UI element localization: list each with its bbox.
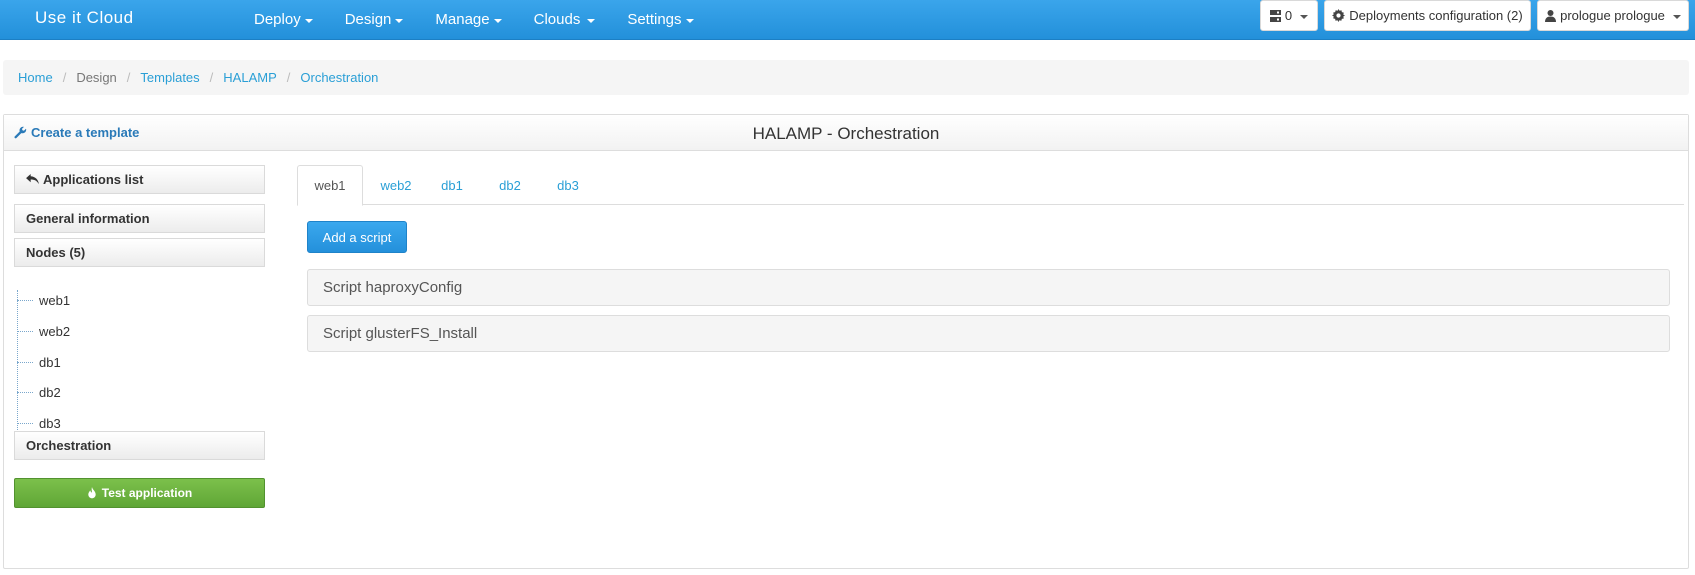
- applications-list-button[interactable]: Applications list: [14, 165, 265, 194]
- deployments-config-button[interactable]: Deployments configuration (2): [1324, 0, 1531, 31]
- menu-label: Settings: [627, 11, 682, 28]
- caret-down-icon: [395, 19, 404, 23]
- node-label: db3: [39, 415, 61, 431]
- menu-label: Manage: [435, 11, 490, 28]
- node-label: db2: [39, 384, 61, 400]
- tab-label: db2: [499, 177, 521, 193]
- fire-icon: [88, 487, 96, 499]
- wrench-icon: [14, 126, 27, 139]
- menu-design[interactable]: Design: [345, 0, 404, 40]
- gear-icon: [1332, 9, 1346, 22]
- tab-label: db1: [441, 177, 463, 193]
- caret-down-icon: [304, 19, 313, 23]
- tab-label: web1: [314, 178, 346, 193]
- breadcrumb: Home / Design / Templates / HALAMP / Orc…: [3, 60, 1689, 95]
- panel-header: HALAMP - Orchestration Create a template: [4, 115, 1688, 151]
- main-menu: Deploy Design Manage Clouds Settings: [254, 0, 694, 40]
- server-icon: [1269, 9, 1281, 22]
- add-script-label: Add a script: [322, 229, 392, 245]
- breadcrumb-separator: /: [209, 70, 214, 85]
- menu-manage[interactable]: Manage: [435, 0, 502, 40]
- tree-branch: [17, 391, 33, 393]
- node-label: web2: [39, 323, 71, 339]
- tree-node-db1[interactable]: db1: [17, 352, 61, 372]
- menu-label: Deploy: [254, 11, 301, 28]
- node-tabs: web1 web2 db1 db2 db3: [297, 165, 1684, 206]
- nodes-item[interactable]: Nodes (5): [14, 238, 265, 267]
- menu-clouds[interactable]: Clouds: [534, 0, 596, 40]
- user-name: prologue prologue: [1560, 8, 1665, 23]
- menu-label: Clouds: [533, 11, 581, 28]
- script-item-glusterfs-install[interactable]: Script glusterFS_Install: [307, 315, 1670, 352]
- tree-branch: [17, 330, 33, 332]
- tree-branch: [17, 361, 33, 363]
- user-menu-button[interactable]: prologue prologue: [1537, 0, 1689, 31]
- create-template-label: Create a template: [31, 125, 140, 140]
- template-panel: HALAMP - Orchestration Create a template…: [3, 114, 1689, 569]
- tree-branch: [17, 299, 33, 301]
- orchestration-item[interactable]: Orchestration: [14, 431, 265, 460]
- menu-deploy[interactable]: Deploy: [254, 0, 313, 40]
- node-label: db1: [39, 354, 61, 370]
- breadcrumb-design: Design: [76, 70, 117, 85]
- breadcrumb-home[interactable]: Home: [18, 70, 53, 85]
- caret-down-icon: [587, 19, 596, 23]
- caret-down-icon: [685, 19, 694, 23]
- breadcrumb-orchestration[interactable]: Orchestration: [300, 70, 378, 85]
- tab-web2[interactable]: web2: [367, 165, 425, 205]
- deployments-config-label: Deployments configuration (2): [1349, 8, 1523, 23]
- menu-settings[interactable]: Settings: [627, 0, 694, 40]
- breadcrumb-templates[interactable]: Templates: [140, 70, 199, 85]
- tab-label: web2: [380, 177, 412, 193]
- breadcrumb-halamp[interactable]: HALAMP: [223, 70, 276, 85]
- menu-label: Design: [344, 11, 392, 28]
- add-script-button[interactable]: Add a script: [307, 221, 407, 253]
- brand-logo[interactable]: Use it Cloud: [35, 8, 134, 28]
- orchestration-label: Orchestration: [26, 438, 112, 453]
- applications-list-label: Applications list: [43, 172, 144, 187]
- tree-node-web1[interactable]: web1: [17, 290, 70, 310]
- servers-dropdown-button[interactable]: 0: [1260, 0, 1318, 31]
- tab-db2[interactable]: db2: [485, 165, 535, 205]
- test-application-label: Test application: [101, 486, 193, 500]
- top-navbar: Use it Cloud Deploy Design Manage Clouds…: [0, 0, 1695, 40]
- tree-branch: [17, 422, 33, 424]
- breadcrumb-separator: /: [62, 70, 67, 85]
- breadcrumb-separator: /: [286, 70, 291, 85]
- node-label: web1: [39, 292, 71, 308]
- script-label: Script haproxyConfig: [323, 279, 463, 296]
- tab-web1[interactable]: web1: [297, 165, 363, 206]
- breadcrumb-separator: /: [126, 70, 131, 85]
- general-information-item[interactable]: General information: [14, 204, 265, 233]
- tab-db3[interactable]: db3: [543, 165, 593, 205]
- user-icon: [1545, 9, 1557, 22]
- tree-node-db2[interactable]: db2: [17, 382, 61, 402]
- script-label: Script glusterFS_Install: [323, 325, 478, 342]
- general-information-label: General information: [26, 211, 150, 226]
- caret-down-icon: [1300, 14, 1309, 19]
- script-item-haproxyconfig[interactable]: Script haproxyConfig: [307, 269, 1670, 306]
- create-template-link[interactable]: Create a template: [14, 125, 139, 140]
- tab-label: db3: [557, 177, 579, 193]
- nodes-label: Nodes (5): [26, 245, 86, 260]
- test-application-button[interactable]: Test application: [14, 478, 265, 508]
- reply-arrow-icon: [26, 174, 39, 185]
- servers-count: 0: [1284, 8, 1293, 23]
- tree-node-web2[interactable]: web2: [17, 321, 70, 341]
- tab-db1[interactable]: db1: [427, 165, 477, 205]
- tree-node-db3[interactable]: db3: [17, 413, 61, 433]
- caret-down-icon: [493, 19, 502, 23]
- page-title: HALAMP - Orchestration: [752, 124, 940, 143]
- caret-down-icon: [1672, 14, 1681, 19]
